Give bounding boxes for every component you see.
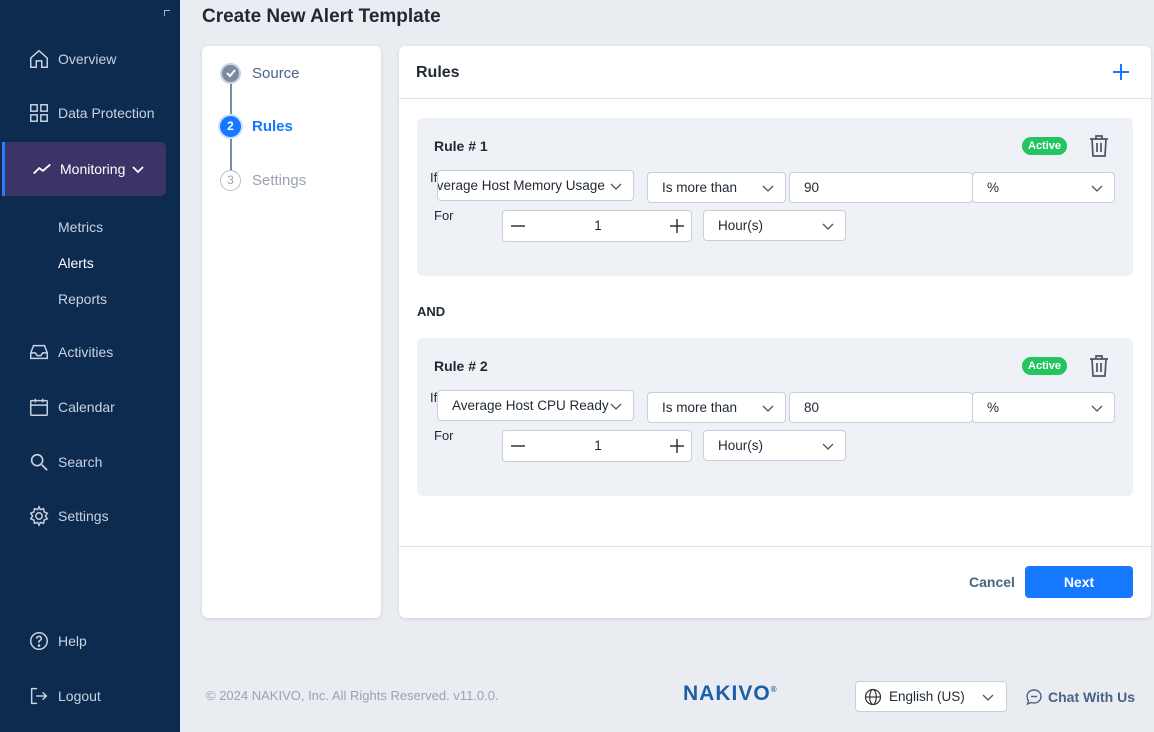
plus-icon[interactable] [668, 437, 686, 455]
page-title: Create New Alert Template [202, 6, 441, 27]
sidebar-subitem-reports[interactable]: Reports [58, 291, 107, 307]
for-label: For [434, 208, 454, 223]
sidebar-item-label: Settings [58, 508, 109, 524]
sidebar-item-calendar[interactable]: Calendar [0, 387, 180, 427]
step-label: Source [252, 64, 300, 82]
sidebar-item-activities[interactable]: Activities [0, 332, 180, 372]
chevron-down-icon [610, 403, 622, 410]
status-badge: Active [1022, 137, 1068, 155]
unit-select[interactable]: % [972, 392, 1115, 423]
chevron-down-icon [762, 405, 774, 412]
sidebar-item-label: Logout [58, 688, 101, 704]
sidebar-item-data-protection[interactable]: Data Protection [0, 93, 180, 133]
rules-header: Rules [399, 46, 1151, 99]
duration-unit-select[interactable]: Hour(s) [703, 430, 846, 461]
step-rules[interactable]: 2 Rules [220, 115, 293, 137]
sidebar-item-monitoring[interactable]: Monitoring [2, 142, 166, 196]
step-number: 2 [220, 115, 241, 137]
chevron-down-icon [822, 443, 834, 450]
chevron-down-icon [1091, 185, 1103, 192]
condition-select[interactable]: Is more than [647, 392, 786, 423]
rule-title: Rule # 2 [434, 358, 488, 374]
chat-with-us-button[interactable]: Chat With Us [1025, 688, 1135, 706]
chevron-down-icon [762, 185, 774, 192]
sidebar-item-label: Search [58, 454, 103, 470]
trash-icon[interactable] [1088, 134, 1110, 158]
rules-title: Rules [416, 64, 460, 81]
sidebar-item-label: Activities [58, 344, 114, 360]
next-button[interactable]: Next [1025, 566, 1133, 598]
collapse-corner-icon[interactable] [164, 10, 170, 16]
home-icon [30, 49, 48, 68]
calendar-icon [30, 398, 48, 416]
search-icon [30, 453, 48, 471]
duration-stepper[interactable]: 1 [502, 210, 692, 242]
threshold-input[interactable]: 80 [789, 392, 973, 423]
status-badge: Active [1022, 357, 1068, 375]
chevron-down-icon [822, 223, 834, 230]
sidebar-subitem-alerts[interactable]: Alerts [58, 255, 94, 271]
logout-icon [30, 687, 48, 705]
chat-bubble-icon [1026, 689, 1042, 706]
duration-stepper[interactable]: 1 [502, 430, 692, 462]
language-select[interactable]: English (US) [855, 681, 1007, 712]
sidebar: Overview Data Protection Monitoring Metr… [0, 0, 180, 732]
chevron-down-icon [132, 166, 144, 174]
gear-icon [29, 505, 49, 527]
step-label: Rules [252, 117, 293, 135]
condition-select[interactable]: Is more than [647, 172, 786, 203]
sidebar-item-overview[interactable]: Overview [0, 39, 180, 79]
inbox-icon [30, 344, 48, 360]
chevron-down-icon [610, 183, 622, 190]
threshold-input[interactable]: 90 [789, 172, 973, 203]
rules-panel: Rules Rule # 1 Active If For Average Hos… [399, 46, 1151, 618]
metric-select[interactable]: Average Host Memory Usage [437, 170, 634, 201]
sidebar-item-label: Help [58, 633, 87, 649]
help-icon [30, 632, 48, 650]
registered-mark: ® [770, 685, 778, 694]
step-label: Settings [252, 171, 307, 189]
sidebar-item-settings[interactable]: Settings [0, 496, 180, 536]
grid-icon [30, 104, 48, 122]
cancel-button[interactable]: Cancel [969, 574, 1015, 590]
rule-card-1: Rule # 1 Active If For Average Host Memo… [417, 118, 1133, 276]
activity-chart-icon [33, 163, 51, 175]
rule-card-2: Rule # 2 Active If For Average Host CPU … [417, 338, 1133, 496]
sidebar-item-search[interactable]: Search [0, 442, 180, 482]
step-source[interactable]: Source [220, 62, 300, 84]
trash-icon[interactable] [1088, 354, 1110, 378]
duration-unit-select[interactable]: Hour(s) [703, 210, 846, 241]
metric-select[interactable]: Average Host CPU Ready [437, 390, 634, 421]
step-number: 3 [220, 169, 241, 191]
rule-title: Rule # 1 [434, 138, 488, 154]
nakivo-logo: NAKIVO® [683, 682, 778, 705]
wizard-stepper: Source 2 Rules 3 Settings [202, 46, 381, 618]
divider [399, 546, 1151, 547]
sidebar-item-label: Overview [58, 51, 117, 67]
sidebar-item-label: Calendar [58, 399, 115, 415]
check-icon [220, 62, 241, 84]
for-label: For [434, 428, 454, 443]
step-settings[interactable]: 3 Settings [220, 169, 306, 191]
sidebar-item-label: Monitoring [60, 161, 126, 177]
sidebar-item-help[interactable]: Help [0, 621, 180, 661]
plus-icon[interactable] [668, 217, 686, 235]
copyright-text: © 2024 NAKIVO, Inc. All Rights Reserved.… [206, 688, 499, 703]
and-label: AND [417, 304, 446, 319]
add-rule-plus-icon[interactable] [1111, 62, 1131, 82]
unit-select[interactable]: % [972, 172, 1115, 203]
sidebar-item-label: Data Protection [58, 105, 155, 121]
sidebar-item-logout[interactable]: Logout [0, 676, 180, 716]
chevron-down-icon [982, 694, 994, 701]
chevron-down-icon [1091, 405, 1103, 412]
sidebar-subitem-metrics[interactable]: Metrics [58, 219, 103, 235]
globe-icon [864, 688, 882, 706]
step-connector [230, 137, 232, 173]
